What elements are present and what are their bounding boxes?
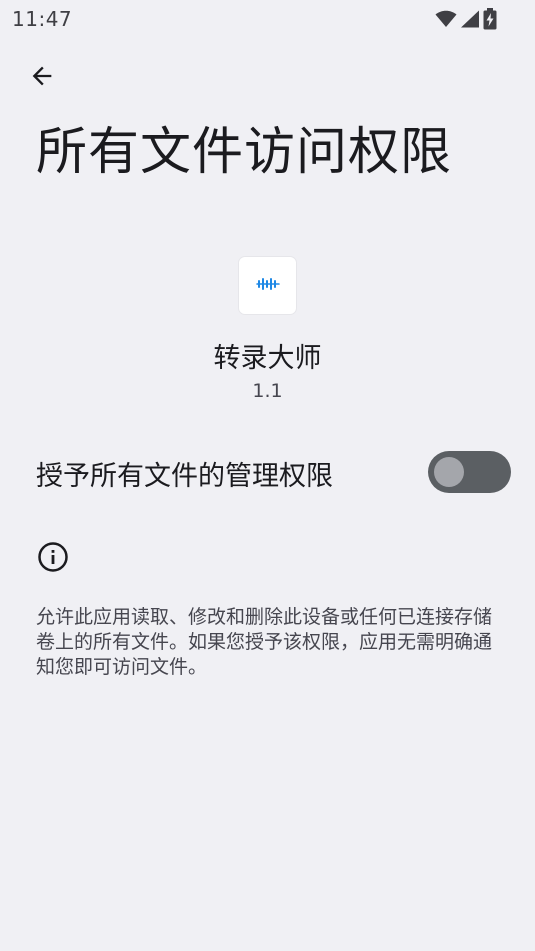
toggle-thumb [434,457,464,487]
app-name: 转录大师 [213,343,322,374]
app-icon [239,257,296,314]
audio-waveform-icon [255,276,281,295]
permission-description: 允许此应用读取、修改和删除此设备或任何已连接存储卷上的所有文件。如果您授予该权限… [36,606,493,678]
wifi-icon [435,10,457,28]
status-bar: 11:47 [0,0,535,36]
info-icon [37,541,69,573]
permission-label: 授予所有文件的管理权限 [36,461,333,492]
page-title: 所有文件访问权限 [36,123,453,182]
app-version: 1.1 [252,380,283,402]
back-button[interactable] [22,58,62,98]
all-files-permission-row[interactable]: 授予所有文件的管理权限 [0,440,535,504]
battery-charging-icon [483,8,497,30]
status-icons [435,8,497,30]
cellular-signal-icon [460,10,480,28]
status-time: 11:47 [12,7,73,31]
arrow-back-icon [28,62,56,94]
permission-toggle[interactable] [428,451,511,493]
